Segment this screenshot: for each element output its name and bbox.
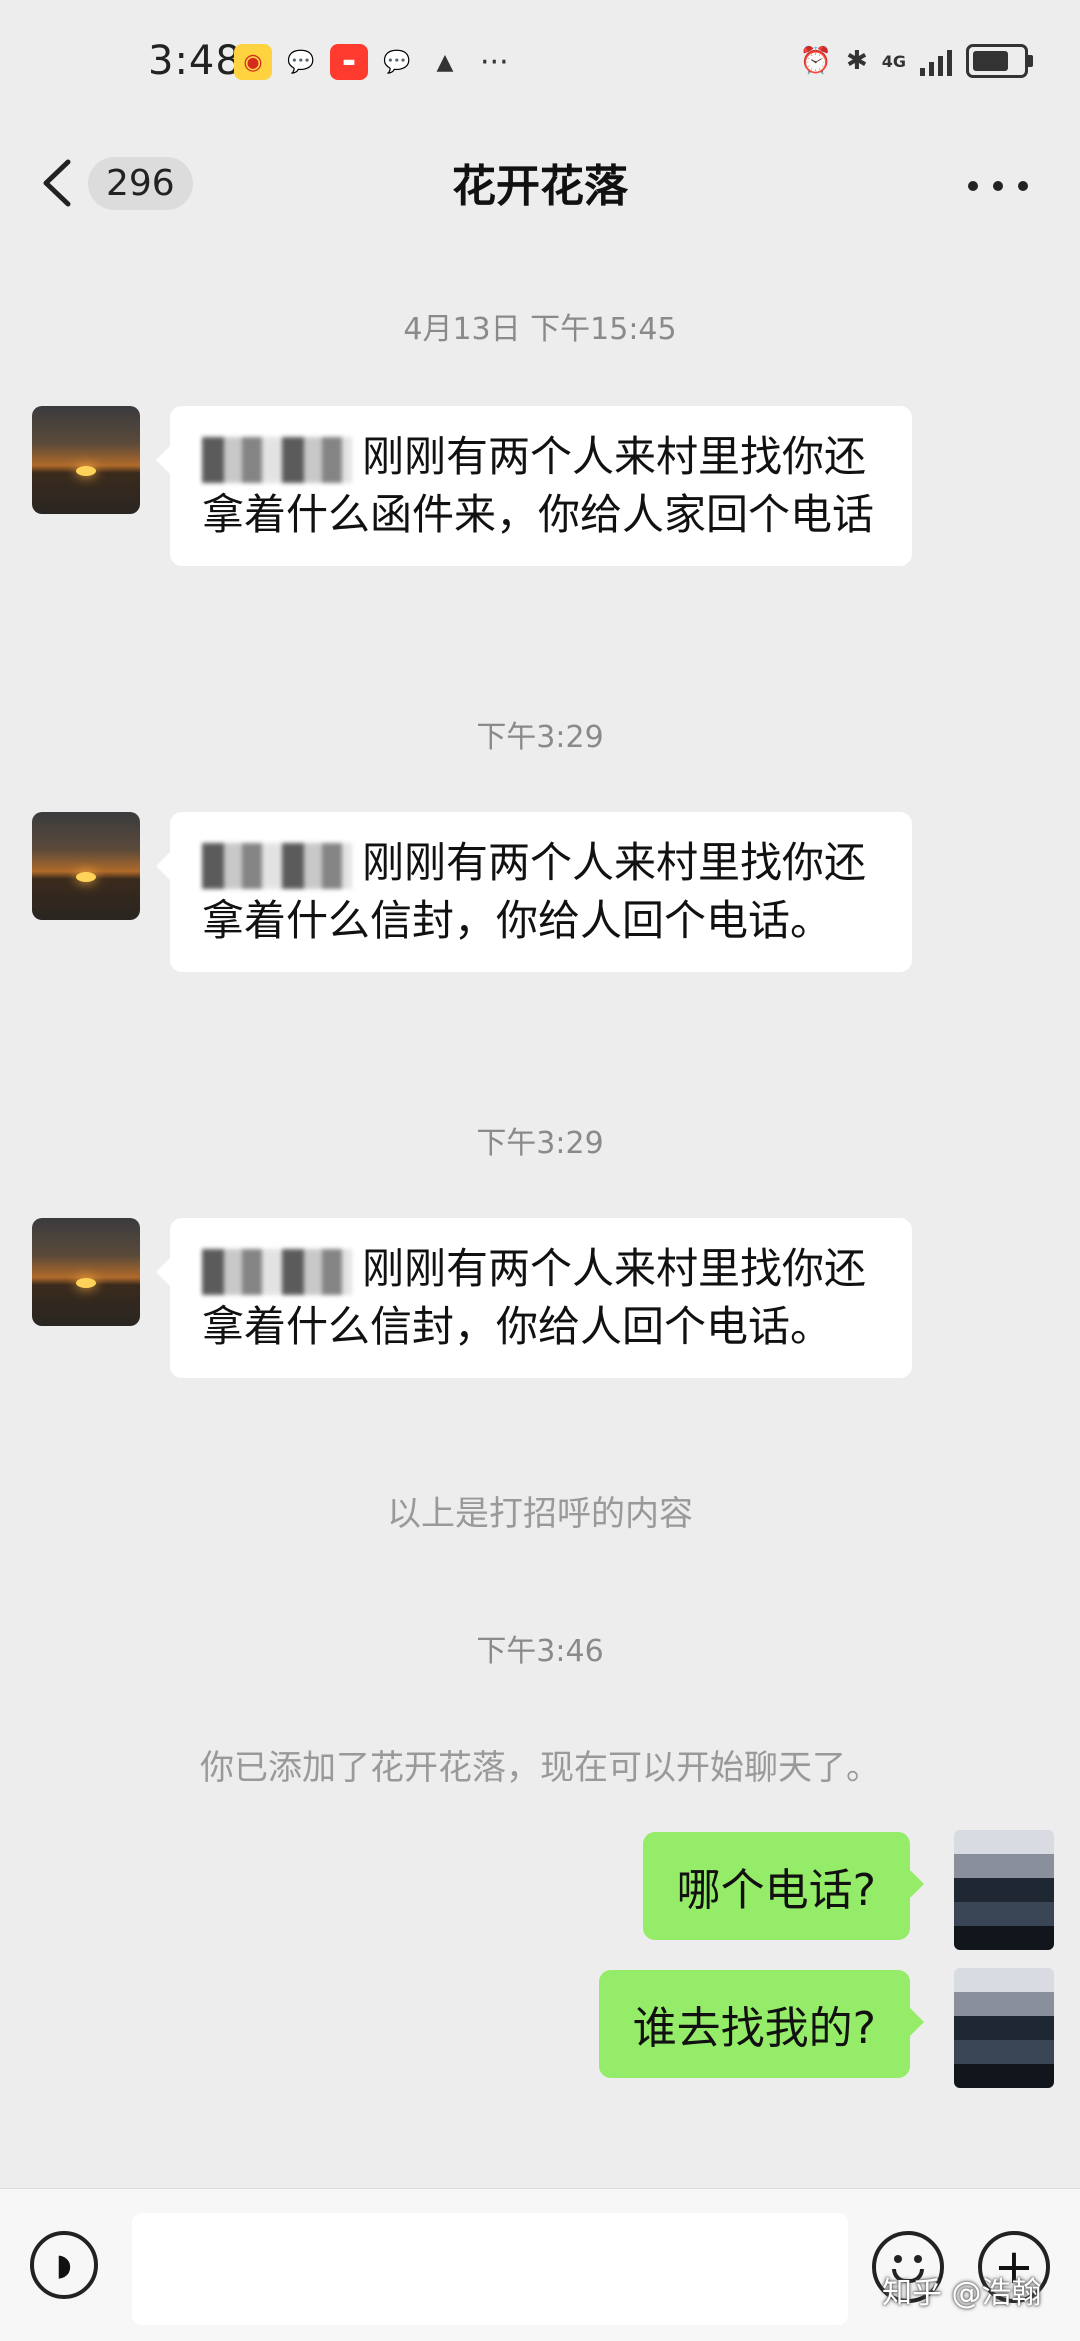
incoming-message[interactable]: 刚刚有两个人来村里找你还拿着什么信封，你给人回个电话。 xyxy=(156,812,912,972)
voice-icon: ◗ xyxy=(56,2247,72,2283)
contact-avatar[interactable] xyxy=(32,812,140,920)
contact-avatar[interactable] xyxy=(32,1218,140,1326)
chat-header: 296 花开花落 xyxy=(0,130,1080,240)
wechat-icon-2: 💬 xyxy=(383,49,411,75)
battery-icon xyxy=(966,44,1033,78)
emoji-eye-icon xyxy=(914,2255,922,2263)
emoji-eye-icon xyxy=(894,2255,902,2263)
weibo-icon: ◉ xyxy=(234,44,272,80)
system-icons: ⏰ ✱ 4G xyxy=(799,44,1033,78)
dot-icon xyxy=(968,181,978,191)
contact-avatar[interactable] xyxy=(32,406,140,514)
signal-icon xyxy=(920,46,952,76)
notification-icons: ◉ 💬 ▬ 💬 ▲ ··· xyxy=(234,44,509,80)
timestamp: 下午3:46 xyxy=(476,1634,604,1669)
blurred-name xyxy=(202,436,352,483)
dot-icon xyxy=(993,181,1003,191)
shopping-app-icon: ▬ xyxy=(330,44,368,80)
timestamp: 4月13日 下午15:45 xyxy=(403,312,677,347)
user-avatar[interactable] xyxy=(954,1968,1054,2088)
voice-input-button[interactable]: ◗ xyxy=(30,2231,98,2299)
bluetooth-icon: ✱ xyxy=(845,46,868,76)
chat-title: 花开花落 xyxy=(452,161,628,212)
more-options-button[interactable] xyxy=(968,166,1028,206)
input-bar: ◗ + xyxy=(0,2188,1080,2341)
qq-icon: ▲ xyxy=(436,49,454,75)
incoming-message[interactable]: 刚刚有两个人来村里找你还拿着什么信封，你给人回个电话。 xyxy=(156,1218,912,1378)
blurred-name xyxy=(202,842,352,889)
network-label: 4G xyxy=(881,51,906,71)
dot-icon xyxy=(1018,181,1028,191)
alarm-icon: ⏰ xyxy=(799,46,832,76)
more-notifications-icon: ··· xyxy=(480,44,509,80)
system-notice: 以上是打招呼的内容 xyxy=(387,1494,693,1534)
system-notice: 你已添加了花开花落，现在可以开始聊天了。 xyxy=(200,1748,880,1788)
status-bar: 3:48 ◉ 💬 ▬ 💬 ▲ ··· ⏰ ✱ 4G xyxy=(0,0,1080,130)
user-avatar[interactable] xyxy=(954,1830,1054,1950)
incoming-message[interactable]: 刚刚有两个人来村里找你还拿着什么函件来，你给人家回个电话 xyxy=(156,406,912,566)
wechat-icon: 💬 xyxy=(287,49,315,75)
blurred-name xyxy=(202,1248,352,1295)
timestamp: 下午3:29 xyxy=(476,720,604,755)
outgoing-message[interactable]: 哪个电话? xyxy=(642,1832,925,1940)
status-time: 3:48 xyxy=(148,38,242,84)
message-input[interactable] xyxy=(132,2213,848,2325)
timestamp: 下午3:29 xyxy=(476,1126,604,1161)
watermark: 知乎 @浩翰 xyxy=(882,2276,1042,2311)
outgoing-message[interactable]: 谁去找我的? xyxy=(598,1970,925,2078)
